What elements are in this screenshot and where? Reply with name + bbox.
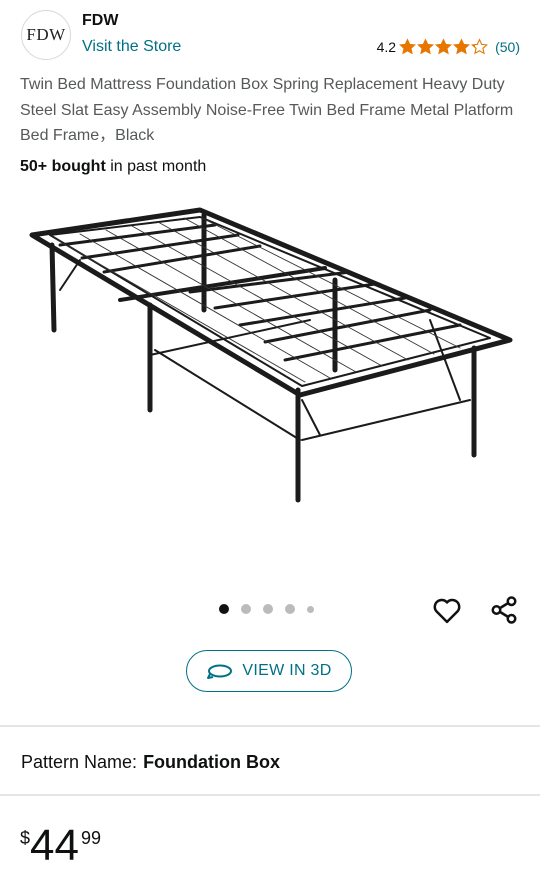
brand-name: FDW (82, 12, 119, 29)
heart-icon[interactable] (430, 593, 464, 627)
star-icon (435, 38, 453, 55)
share-icon[interactable] (487, 593, 521, 627)
bought-count: 50+ bought (20, 158, 106, 175)
brand-logo[interactable]: FDW (21, 10, 71, 60)
star-icon (417, 38, 435, 55)
rating-value: 4.2 (376, 38, 397, 55)
pattern-name-label: Pattern Name: (21, 752, 138, 772)
star-icon (453, 38, 471, 55)
product-title: Twin Bed Mattress Foundation Box Spring … (20, 76, 514, 144)
carousel-dot[interactable] (307, 605, 314, 613)
view-in-3d-label: VIEW IN 3D (242, 662, 332, 679)
product-image-bed-frame[interactable] (20, 190, 520, 520)
price-whole: 44 (30, 821, 79, 870)
image-carousel-dots (219, 604, 326, 614)
section-divider (0, 725, 540, 727)
view-in-3d-button[interactable]: VIEW IN 3D (186, 650, 352, 692)
rating-count-link[interactable]: (50) (495, 39, 520, 55)
carousel-dot[interactable] (241, 604, 251, 614)
carousel-dot[interactable] (285, 604, 295, 614)
carousel-dot[interactable] (263, 604, 273, 614)
bought-in-past-month: 50+ bought in past month (20, 158, 206, 176)
star-icon (471, 38, 489, 55)
price-fraction: 99 (80, 828, 101, 848)
star-icon (399, 38, 417, 55)
rotate-3d-icon (207, 664, 233, 679)
carousel-dot[interactable] (219, 604, 229, 614)
bought-period: in past month (105, 158, 207, 175)
section-divider (0, 794, 540, 796)
price: $ 44 99 (20, 822, 101, 868)
visit-store-link[interactable]: Visit the Store (82, 38, 181, 56)
price-currency-symbol: $ (20, 828, 31, 848)
rating-stars (399, 38, 489, 55)
rating-summary[interactable]: 4.2 (50) (377, 38, 520, 55)
pattern-name-row: Pattern Name: Foundation Box (21, 752, 280, 773)
pattern-name-value: Foundation Box (143, 752, 281, 772)
